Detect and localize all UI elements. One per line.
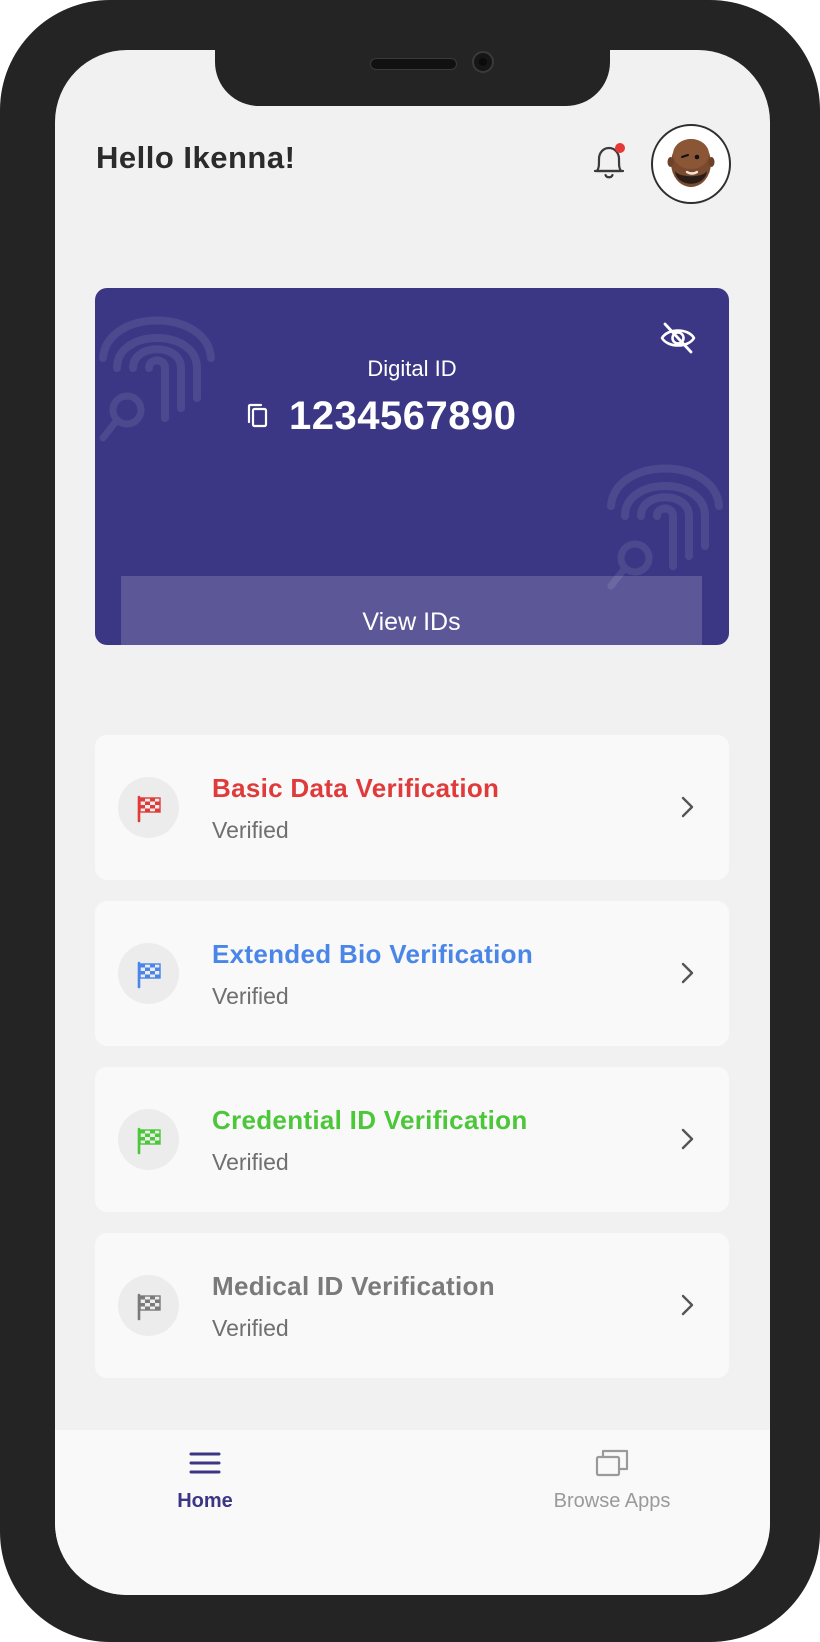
avatar-face-icon [667,139,715,187]
bottom-navigation: Home Browse Apps [55,1430,770,1595]
verification-title: Credential ID Verification [212,1105,528,1135]
flag-badge [118,943,179,1004]
chevron-right-icon [681,796,694,818]
verification-status: Verified [212,1315,289,1341]
front-camera [472,51,494,73]
digital-id-number: 1234567890 [289,393,517,438]
verification-item-extended-bio[interactable]: Extended Bio Verification Verified [95,901,729,1046]
chevron-right-icon [681,1294,694,1316]
view-ids-button[interactable]: View IDs [121,576,702,645]
verification-title: Extended Bio Verification [212,939,534,969]
flag-badge [118,1109,179,1170]
flag-badge [118,1275,179,1336]
checkered-flag-icon [137,1127,161,1155]
nav-home-label: Home [177,1490,233,1512]
verification-status: Verified [212,1149,289,1175]
id-number-row: 1234567890 [245,394,516,438]
verification-status: Verified [212,983,289,1009]
checkered-flag-icon [137,795,161,823]
nav-browse-apps-label: Browse Apps [553,1490,671,1512]
copy-icon[interactable] [245,402,271,430]
phone-notch [215,50,610,106]
app-screen: Hello Ikenna! Digital ID 1234567890 View… [55,50,770,1595]
notification-dot [615,143,625,153]
verification-status: Verified [212,817,289,843]
greeting-text: Hello Ikenna! [96,140,296,175]
digital-id-card: Digital ID 1234567890 View IDs [95,288,729,645]
nav-browse-apps[interactable]: Browse Apps [512,1448,712,1513]
flag-badge [118,777,179,838]
user-avatar[interactable] [651,124,731,204]
checkered-flag-icon [137,961,161,989]
menu-icon [189,1452,221,1474]
verification-item-credential-id[interactable]: Credential ID Verification Verified [95,1067,729,1212]
digital-id-label: Digital ID [367,356,457,381]
speaker-grille [370,58,457,70]
verification-title: Medical ID Verification [212,1271,495,1301]
notification-bell-icon[interactable] [589,140,629,184]
verification-item-basic-data[interactable]: Basic Data Verification Verified [95,735,729,880]
verification-title: Basic Data Verification [212,773,500,803]
eye-off-icon[interactable] [659,320,697,356]
fingerprint-decoration-icon [607,464,723,590]
chevron-right-icon [681,1128,694,1150]
verification-item-medical-id[interactable]: Medical ID Verification Verified [95,1233,729,1378]
windows-icon [595,1449,629,1477]
chevron-right-icon [681,962,694,984]
phone-frame: Hello Ikenna! Digital ID 1234567890 View… [0,0,820,1642]
nav-home[interactable]: Home [105,1448,305,1513]
checkered-flag-icon [137,1293,161,1321]
